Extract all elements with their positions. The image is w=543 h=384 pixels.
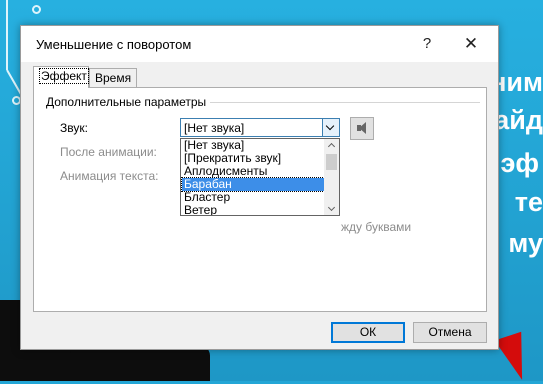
tab-effect[interactable]: Эффект [33,66,89,88]
effect-options-dialog: Уменьшение с поворотом ? ✕ Эффект Время … [20,25,499,350]
slide-text-3: эф [500,148,539,178]
between-letters-text: жду буквами [341,220,412,234]
after-animation-label: После анимации: [60,145,157,159]
sound-options-list[interactable]: [Нет звука] [Прекратить звук] Аплодисмен… [180,138,340,216]
scroll-down-icon[interactable] [324,202,339,215]
tab-timing-label: Время [95,71,132,85]
title-bar[interactable]: Уменьшение с поворотом ? ✕ [21,26,498,62]
close-button[interactable]: ✕ [458,31,484,57]
slide-text-2: айд [494,105,543,135]
group-title: Дополнительные параметры [46,95,211,109]
chevron-down-icon[interactable] [322,119,339,136]
sound-dropdown[interactable]: [Нет звука] [180,118,340,137]
effect-tab-panel: Дополнительные параметры Звук: [Нет звук… [33,87,487,312]
sound-dropdown-value: [Нет звука] [184,121,245,135]
scroll-thumb[interactable] [326,154,337,170]
help-button[interactable]: ? [414,31,440,57]
cancel-button[interactable]: Отмена [413,322,487,343]
red-arrow-icon [494,331,536,384]
slide-text-4: те [514,187,543,217]
animate-text-label: Анимация текста: [60,169,159,183]
ok-button[interactable]: ОК [331,322,405,343]
tab-timing[interactable]: Время [89,68,137,87]
list-scrollbar[interactable] [324,139,339,215]
decor-dot [32,5,41,14]
slide-text-5: му [508,228,543,258]
sound-option[interactable]: Ветер [182,204,324,216]
speaker-icon[interactable] [350,117,374,140]
decor-line [6,0,8,70]
sound-label: Звук: [60,121,88,135]
scroll-up-icon[interactable] [324,139,339,152]
tab-effect-label: Эффект [39,68,89,84]
dialog-title: Уменьшение с поворотом [36,37,192,52]
